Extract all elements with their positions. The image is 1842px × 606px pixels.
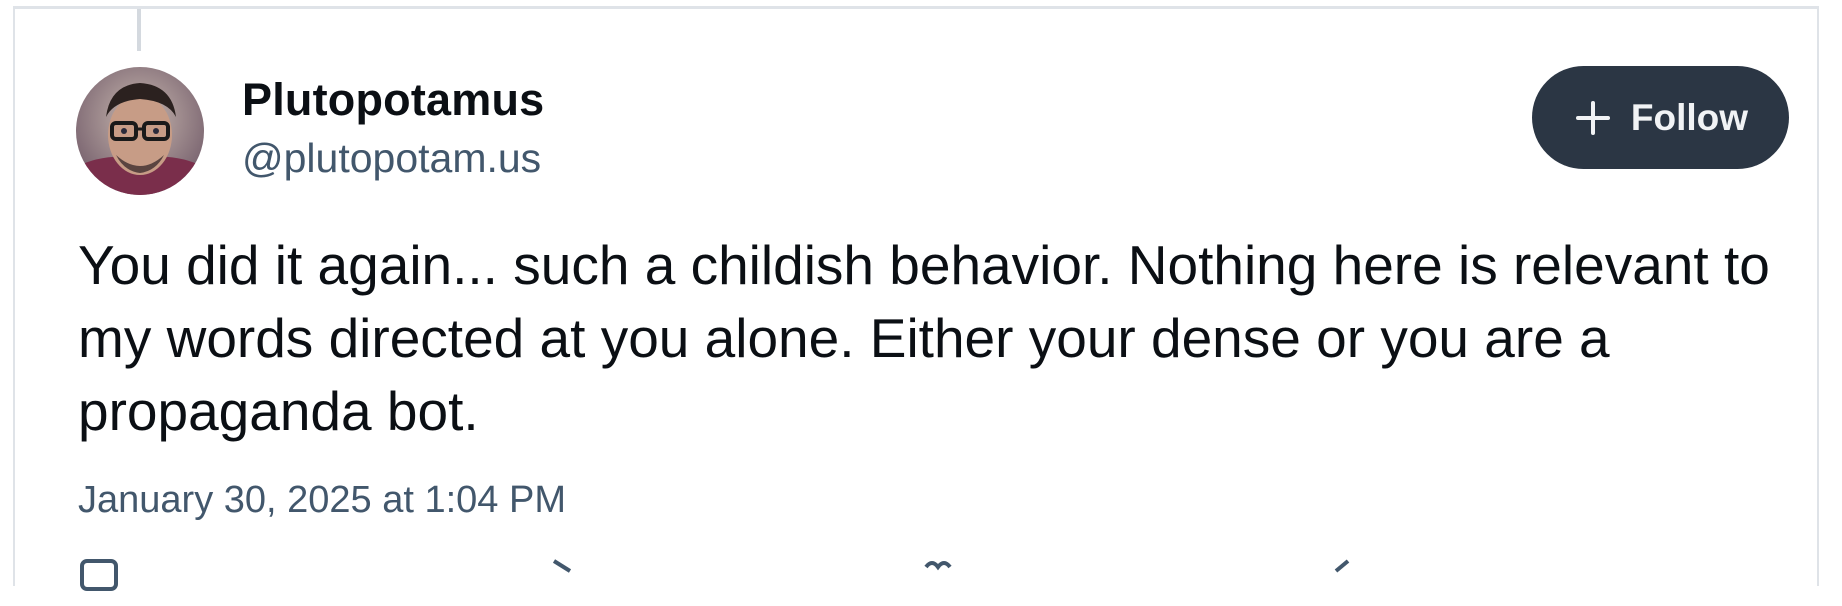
post-timestamp[interactable]: January 30, 2025 at 1:04 PM <box>78 477 566 523</box>
author-handle[interactable]: @plutopotam.us <box>242 133 541 183</box>
avatar[interactable] <box>76 67 204 195</box>
post-text: You did it again... such a childish beha… <box>78 234 1770 442</box>
author-display-name[interactable]: Plutopotamus <box>242 73 544 127</box>
post-card: Plutopotamus @plutopotam.us Follow You d… <box>13 6 1819 591</box>
follow-button[interactable]: Follow <box>1532 66 1789 169</box>
plus-icon <box>1573 98 1613 138</box>
share-icon[interactable] <box>1328 557 1372 601</box>
thread-connector-line <box>137 9 141 51</box>
follow-button-label: Follow <box>1630 96 1749 138</box>
like-icon[interactable] <box>916 557 960 601</box>
repost-icon[interactable] <box>548 557 592 601</box>
reply-icon[interactable] <box>78 557 122 601</box>
post-actions-bar <box>78 557 1478 597</box>
